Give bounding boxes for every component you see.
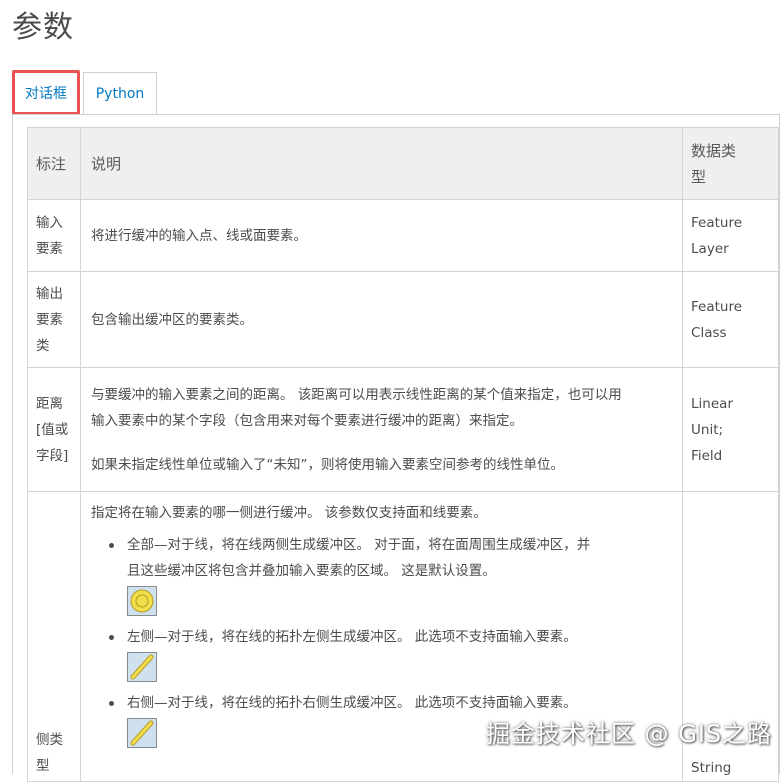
table-row: 输入 要素 将进行缓冲的输入点、线或面要素。 Feature Layer <box>27 199 779 272</box>
option-line: 左侧—对于线，将在线的拓扑左侧生成缓冲区。 此选项不支持面输入要素。 <box>126 629 577 645</box>
table-header-row: 标注 说明 数据类 型 <box>27 127 779 200</box>
list-item: 左侧—对于线，将在线的拓扑左侧生成缓冲区。 此选项不支持面输入要素。 <box>108 624 674 682</box>
header-label: 标注 <box>27 127 81 200</box>
label-line: 输出 <box>36 285 63 302</box>
description-line: 输入要素中的某个字段（包含用来对每个要素进行缓冲的距离）来指定。 <box>90 412 523 429</box>
label-line: 字段] <box>36 447 69 464</box>
param-label: 侧类 型 <box>27 491 81 782</box>
option-line: 且这些缓冲区将包含并叠加输入要素的区域。 这是默认设置。 <box>126 563 496 579</box>
tab-dialog[interactable]: 对话框 <box>12 70 80 115</box>
type-line: Field <box>691 447 723 464</box>
tab-panel: 标注 说明 数据类 型 输入 要素 将进行缓冲的输入点、线或面要素。 Featu… <box>12 114 780 782</box>
param-data-type: Feature Class <box>682 271 779 368</box>
right-buffer-icon <box>126 718 157 748</box>
label-line: 输入 <box>36 214 63 231</box>
description-line: 如果未指定线性单位或输入了“未知”，则将使用输入要素空间参考的线性单位。 <box>90 456 564 473</box>
type-line: Layer <box>691 240 729 257</box>
param-description: 包含输出缓冲区的要素类。 <box>79 271 684 368</box>
type-line: Class <box>691 324 727 341</box>
parameters-table: 标注 说明 数据类 型 输入 要素 将进行缓冲的输入点、线或面要素。 Featu… <box>27 127 779 782</box>
label-line: 距离 <box>36 395 63 412</box>
option-line: 右侧—对于线，将在线的拓扑右侧生成缓冲区。 此选项不支持面输入要素。 <box>126 695 577 711</box>
label-line: 侧类 <box>36 732 63 748</box>
param-label: 距离 [值或 字段] <box>27 367 81 492</box>
type-line: Feature <box>691 298 743 315</box>
list-item: 全部—对于线，将在线两侧生成缓冲区。 对于面，将在面周围生成缓冲区，并 且这些缓… <box>108 532 674 616</box>
header-description: 说明 <box>79 127 684 200</box>
label-line: 类 <box>36 337 50 354</box>
tab-python[interactable]: Python <box>83 72 157 114</box>
label-line: 型 <box>36 758 50 774</box>
param-label: 输入 要素 <box>27 199 81 272</box>
param-description: 将进行缓冲的输入点、线或面要素。 <box>79 199 684 272</box>
header-data-type: 数据类 型 <box>682 127 779 200</box>
watermark: 掘金技术社区 @ GIS之路 <box>486 720 773 748</box>
type-line: String <box>691 760 732 776</box>
type-line: Linear <box>691 395 733 412</box>
option-line: 全部—对于线，将在线两侧生成缓冲区。 对于面，将在面周围生成缓冲区，并 <box>126 537 591 553</box>
label-line: 要素 <box>36 240 63 257</box>
side-type-intro: 指定将在输入要素的哪一侧进行缓冲。 该参数仅支持面和线要素。 <box>90 505 487 521</box>
page-title: 参数 <box>12 10 74 45</box>
label-line: [值或 <box>36 421 69 438</box>
header-data-type-line: 型 <box>691 167 707 186</box>
type-line: Feature <box>691 214 743 231</box>
label-line: 要素 <box>36 311 63 328</box>
table-row: 输出 要素 类 包含输出缓冲区的要素类。 Feature Class <box>27 271 779 368</box>
param-data-type: Feature Layer <box>682 199 779 272</box>
param-label: 输出 要素 类 <box>27 271 81 368</box>
full-buffer-icon <box>126 586 157 616</box>
param-data-type: Linear Unit; Field <box>682 367 779 492</box>
table-row: 距离 [值或 字段] 与要缓冲的输入要素之间的距离。 该距离可以用表示线性距离的… <box>27 367 779 492</box>
param-description: 与要缓冲的输入要素之间的距离。 该距离可以用表示线性距离的某个值来指定，也可以用… <box>79 367 684 492</box>
description-line: 与要缓冲的输入要素之间的距离。 该距离可以用表示线性距离的某个值来指定，也可以用 <box>90 386 622 403</box>
type-line: Unit; <box>691 421 724 438</box>
header-data-type-line: 数据类 <box>691 141 737 160</box>
tab-bar: 对话框 Python <box>12 70 782 115</box>
left-buffer-icon <box>126 652 157 682</box>
